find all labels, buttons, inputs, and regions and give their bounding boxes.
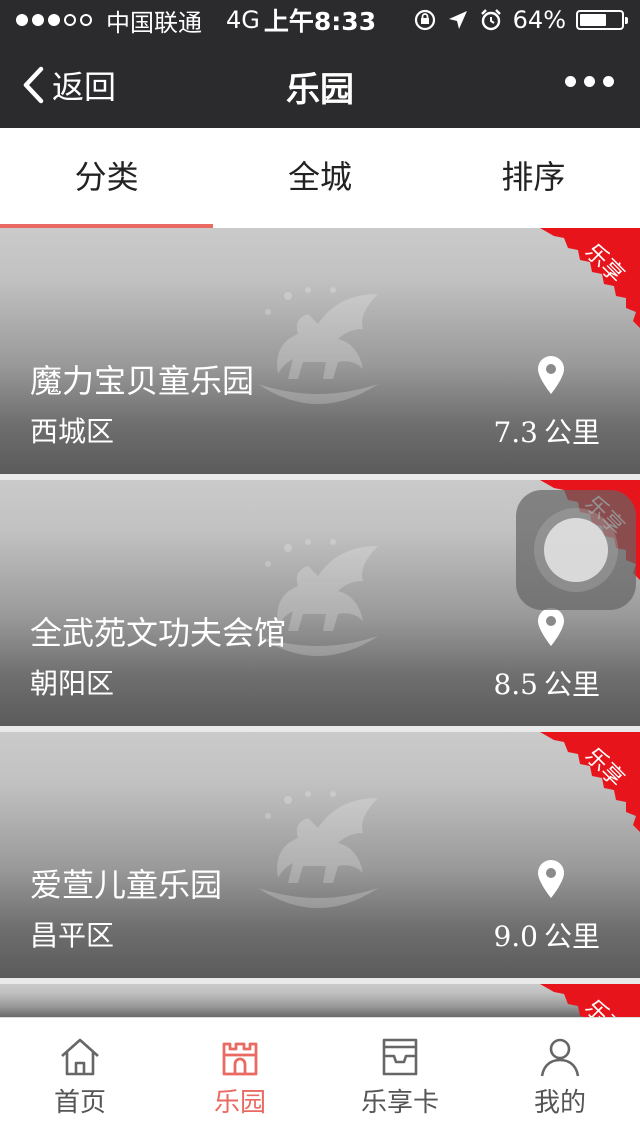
signal-icon xyxy=(16,14,92,26)
location-pin-icon xyxy=(538,608,564,646)
status-bar: 中国联通 4G 上午8:33 64% xyxy=(0,0,640,40)
bottom-tab-bar: 首页 乐园 乐享卡 我的 xyxy=(0,1017,640,1136)
park-name: 魔力宝贝童乐园 xyxy=(30,362,255,400)
distance-unit: 公里 xyxy=(543,920,600,953)
tab-park[interactable]: 乐园 xyxy=(160,1018,320,1136)
location-pin-icon xyxy=(538,356,564,394)
more-icon xyxy=(565,76,576,87)
chevron-left-icon xyxy=(23,66,44,104)
back-button[interactable]: 返回 xyxy=(20,62,116,108)
tab-home-label: 首页 xyxy=(53,1088,106,1118)
tab-mine[interactable]: 我的 xyxy=(480,1018,640,1136)
alarm-icon xyxy=(480,9,501,31)
location-pin-icon xyxy=(538,860,564,898)
back-label: 返回 xyxy=(52,68,117,106)
park-district: 西城区 xyxy=(30,415,115,448)
rotation-lock-icon xyxy=(414,9,435,31)
screen: 中国联通 4G 上午8:33 64% 返回 乐园 分类 全城 排序 乐享 魔力宝… xyxy=(0,0,640,1136)
assistive-core xyxy=(544,518,608,582)
top-bar: 中国联通 4G 上午8:33 64% 返回 乐园 xyxy=(0,0,640,128)
more-button[interactable] xyxy=(565,76,614,87)
tab-category[interactable]: 分类 xyxy=(0,128,214,228)
battery-icon xyxy=(576,10,628,30)
park-district: 昌平区 xyxy=(30,919,115,952)
distance-unit: 公里 xyxy=(543,668,600,701)
pegasus-logo-icon xyxy=(258,791,378,908)
tab-park-label: 乐园 xyxy=(213,1088,266,1118)
list-item[interactable]: 乐享 爱萱儿童乐园 昌平区 9.0 公里 xyxy=(0,732,640,978)
status-right: 64% xyxy=(413,6,628,34)
tab-card-label: 乐享卡 xyxy=(360,1088,439,1118)
home-icon xyxy=(61,1038,99,1076)
park-name: 全武苑文功夫会馆 xyxy=(30,614,287,652)
park-name: 爱萱儿童乐园 xyxy=(30,866,223,904)
distance-value: 7.3 xyxy=(493,416,538,449)
distance-value: 8.5 xyxy=(493,668,538,701)
network-label: 4G xyxy=(226,6,260,34)
park-distance: 8.5 公里 xyxy=(493,663,600,703)
tab-card[interactable]: 乐享卡 xyxy=(320,1018,480,1136)
battery-fill xyxy=(580,14,606,26)
battery-percent: 64% xyxy=(512,6,566,34)
assistive-touch-button[interactable] xyxy=(516,490,636,610)
filter-tabs: 分类 全城 排序 xyxy=(0,128,640,228)
tab-mine-label: 我的 xyxy=(533,1088,586,1118)
badge-ribbon: 乐享 xyxy=(540,732,640,832)
carrier-label: 中国联通 xyxy=(106,8,202,37)
status-left: 中国联通 4G xyxy=(16,3,260,38)
badge-ribbon: 乐享 xyxy=(540,228,640,328)
location-arrow-icon xyxy=(448,11,467,29)
person-icon xyxy=(540,1038,580,1077)
tab-home[interactable]: 首页 xyxy=(0,1018,160,1136)
park-list: 乐享 魔力宝贝童乐园 西城区 7.3公里 乐享 全武苑文功夫会馆 朝阳区 8.5… xyxy=(0,228,640,1030)
list-item[interactable]: 乐享 魔力宝贝童乐园 西城区 7.3 公里 xyxy=(0,228,640,474)
tab-city[interactable]: 全城 xyxy=(213,128,426,228)
card-box-icon xyxy=(382,1038,418,1076)
distance-unit: 公里 xyxy=(543,416,600,449)
park-distance: 9.0 公里 xyxy=(493,915,600,955)
distance-value: 9.0 xyxy=(493,920,538,953)
park-distance: 7.3 公里 xyxy=(493,411,600,451)
castle-icon xyxy=(222,1042,258,1076)
tab-sort[interactable]: 排序 xyxy=(427,128,640,228)
park-district: 朝阳区 xyxy=(30,667,115,700)
nav-bar: 返回 乐园 xyxy=(0,40,640,128)
pegasus-logo-icon xyxy=(258,287,378,404)
